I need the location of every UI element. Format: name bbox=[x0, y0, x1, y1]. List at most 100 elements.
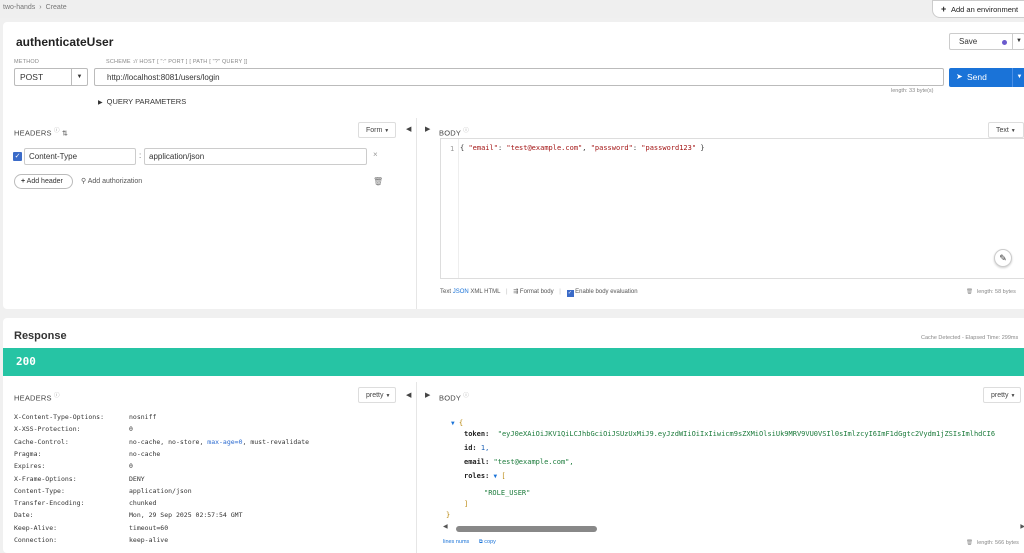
response-body-label: BODY ⓘ bbox=[439, 391, 469, 403]
panel-divider[interactable] bbox=[416, 382, 417, 553]
response-header-value: keep-alive bbox=[129, 536, 169, 544]
body-code[interactable]: { "email": "test@example.com", "password… bbox=[460, 144, 705, 152]
body-editor[interactable]: 1 { "email": "test@example.com", "passwo… bbox=[440, 138, 1024, 279]
scrollbar-thumb[interactable] bbox=[456, 526, 597, 532]
response-header-row: Date: Mon, 29 Sep 2025 02:57:54 GMT bbox=[14, 511, 243, 520]
plus-icon: + bbox=[941, 4, 947, 14]
add-header-label: Add header bbox=[26, 178, 63, 185]
body-type-dropdown[interactable]: Text ▼ bbox=[988, 122, 1024, 138]
body-pretty-dropdown[interactable]: pretty ▼ bbox=[983, 387, 1021, 403]
copy-icon: ⧉ bbox=[478, 539, 483, 545]
remove-header-icon[interactable]: × bbox=[373, 150, 378, 159]
breadcrumb-current: Create bbox=[45, 4, 67, 11]
breadcrumb-separator: › bbox=[39, 4, 42, 11]
collapse-left-icon[interactable]: ◀ bbox=[406, 125, 411, 133]
header-name-input[interactable]: Content-Type bbox=[24, 148, 136, 165]
response-header-name: Pragma: bbox=[14, 449, 42, 458]
json-mode-link[interactable]: JSON bbox=[453, 289, 469, 295]
divider: | bbox=[559, 289, 561, 295]
copy-button[interactable]: copy bbox=[484, 539, 496, 545]
save-button[interactable]: Save ▼ bbox=[949, 33, 1024, 50]
chevron-down-icon: ▼ bbox=[71, 69, 87, 85]
response-header-row: X-XSS-Protection: 0 bbox=[14, 425, 133, 433]
trash-icon[interactable]: 🗑 bbox=[373, 177, 383, 186]
method-select[interactable]: POST ▼ bbox=[14, 68, 88, 86]
response-header-name: X-Frame-Options: bbox=[14, 474, 77, 483]
scroll-left-icon[interactable]: ◀ bbox=[443, 523, 448, 530]
trash-icon[interactable]: 🗑 bbox=[966, 289, 973, 295]
response-header-value: application/json bbox=[129, 486, 192, 495]
response-headers-label: HEADERS ⓘ bbox=[14, 391, 60, 403]
send-dropdown-chevron-icon[interactable]: ▼ bbox=[1012, 68, 1024, 87]
add-authorization-link[interactable]: ⚲ Add authorization bbox=[81, 177, 142, 185]
request-panel: authenticateUser Save ▼ METHOD SCHEME :/… bbox=[3, 22, 1024, 309]
collapse-toggle-icon[interactable]: ▼ bbox=[494, 473, 498, 480]
help-icon[interactable]: ⓘ bbox=[463, 393, 469, 399]
chevron-down-icon: ▼ bbox=[1010, 128, 1016, 134]
headers-label-text: HEADERS bbox=[14, 393, 52, 403]
help-icon[interactable]: ⓘ bbox=[54, 393, 60, 399]
response-header-name: Content-Type: bbox=[14, 486, 65, 495]
url-input[interactable]: http://localhost:8081/users/login bbox=[94, 68, 944, 86]
response-header-value: no-cache bbox=[129, 449, 161, 458]
trash-icon[interactable]: 🗑 bbox=[966, 540, 973, 546]
pretty-label: pretty bbox=[366, 392, 384, 399]
pretty-label: pretty bbox=[991, 392, 1009, 399]
response-header-name: Transfer-Encoding: bbox=[14, 499, 85, 508]
add-environment-button[interactable]: + Add an environment bbox=[932, 0, 1024, 18]
save-dropdown-chevron-icon[interactable]: ▼ bbox=[1012, 34, 1024, 49]
send-button[interactable]: ➤ Send ▼ bbox=[949, 68, 1024, 87]
add-header-button[interactable]: + Add header bbox=[14, 174, 73, 189]
body-label-text: BODY bbox=[439, 128, 461, 138]
form-label: Form bbox=[366, 127, 383, 134]
response-header-name: Date: bbox=[14, 511, 34, 520]
headers-pretty-dropdown[interactable]: pretty ▼ bbox=[358, 387, 396, 403]
collapse-toggle-icon[interactable]: ▼ bbox=[451, 420, 455, 427]
save-label: Save bbox=[959, 37, 978, 46]
chevron-down-icon: ▼ bbox=[384, 128, 390, 134]
form-dropdown[interactable]: Form ▼ bbox=[358, 122, 396, 138]
xml-mode-link[interactable]: XML bbox=[470, 289, 482, 295]
header-enabled-checkbox[interactable]: ✓ bbox=[13, 152, 22, 161]
help-icon[interactable]: ⓘ bbox=[54, 128, 60, 134]
scroll-right-icon[interactable]: ▶ bbox=[1020, 523, 1024, 530]
magic-wand-icon[interactable]: ✎ bbox=[994, 249, 1012, 267]
chevron-down-icon: ▼ bbox=[385, 393, 391, 399]
body-length-text: length: 58 bytes bbox=[976, 289, 1016, 295]
text-mode-link[interactable]: Text bbox=[440, 289, 451, 295]
plus-icon: + bbox=[21, 178, 26, 185]
response-header-row: Transfer-Encoding: chunked bbox=[14, 499, 156, 508]
body-length: 🗑 length: 58 bytes bbox=[966, 289, 1016, 295]
body-eval-checkbox[interactable]: ✓ bbox=[566, 290, 574, 297]
json-role-item: "ROLE_USER" bbox=[484, 489, 530, 497]
format-body-button[interactable]: Format body bbox=[520, 289, 554, 295]
collapse-left-icon[interactable]: ◀ bbox=[406, 391, 411, 399]
line-number: 1 bbox=[450, 145, 455, 153]
panel-divider[interactable] bbox=[416, 118, 417, 309]
expand-right-icon[interactable]: ▶ bbox=[425, 391, 430, 399]
json-root-close: } bbox=[446, 511, 450, 519]
expand-right-icon[interactable]: ▶ bbox=[425, 125, 430, 133]
json-brace: } bbox=[446, 511, 451, 519]
help-icon[interactable]: ⓘ bbox=[463, 128, 469, 134]
request-title[interactable]: authenticateUser bbox=[16, 35, 113, 49]
header-value-input[interactable]: application/json bbox=[144, 148, 367, 165]
top-bar: two-hands › Create + Add an environment bbox=[0, 0, 1024, 18]
response-header-value: Mon, 29 Sep 2025 02:57:54 GMT bbox=[129, 511, 243, 520]
json-email-line: email: "test@example.com", bbox=[464, 458, 574, 466]
body-footer: Text JSON XML HTML | ⇶ Format body | ✓ E… bbox=[440, 288, 638, 297]
query-parameters-label: QUERY PARAMETERS bbox=[106, 97, 187, 106]
response-panel: Response Cache Detected - Elapsed Time: … bbox=[3, 318, 1024, 553]
query-parameters-toggle[interactable]: ▶ QUERY PARAMETERS bbox=[98, 97, 186, 106]
response-header-value: timeout=60 bbox=[129, 523, 169, 532]
response-header-value: nosniff bbox=[129, 413, 157, 421]
breadcrumb-root[interactable]: two-hands bbox=[3, 4, 35, 11]
response-header-row: Cache-Control: no-cache, no-store, max-ag… bbox=[14, 438, 309, 446]
request-headers-label: HEADERS ⓘ ⇅ bbox=[14, 126, 68, 138]
response-header-value: 0 bbox=[129, 462, 133, 471]
response-header-row: Connection: keep-alive bbox=[14, 536, 168, 544]
html-mode-link[interactable]: HTML bbox=[484, 289, 500, 295]
body-type-label: Text bbox=[996, 127, 1009, 134]
line-numbers-toggle[interactable]: lines nums bbox=[443, 539, 469, 545]
sort-icon[interactable]: ⇅ bbox=[62, 131, 68, 138]
